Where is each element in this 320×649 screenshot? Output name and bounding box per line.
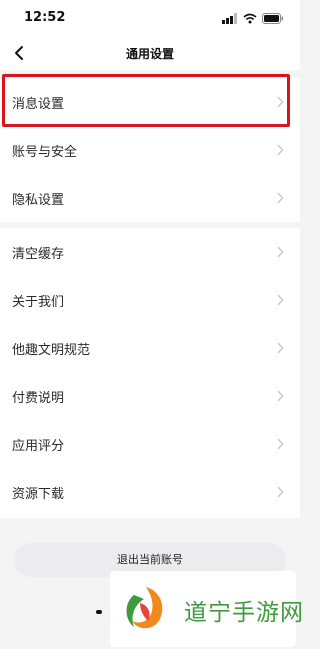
settings-group-general: 清空缓存 关于我们 他趣文明规范 付费说明 应用评分 资源下载 xyxy=(0,228,300,518)
chevron-right-icon xyxy=(277,390,284,402)
home-indicator xyxy=(96,610,102,614)
watermark-logo-icon xyxy=(126,587,163,629)
settings-row-rate-app[interactable]: 应用评分 xyxy=(0,420,300,468)
settings-row-label: 账号与安全 xyxy=(12,145,78,160)
chevron-right-icon xyxy=(277,192,284,204)
chevron-right-icon xyxy=(277,246,284,258)
settings-row-label: 他趣文明规范 xyxy=(12,343,91,358)
chevron-right-icon xyxy=(277,342,284,354)
battery-icon xyxy=(262,12,284,24)
status-icons xyxy=(222,12,284,24)
settings-row-privacy[interactable]: 隐私设置 xyxy=(0,174,300,222)
settings-row-label: 清空缓存 xyxy=(12,247,65,262)
settings-row-label: 应用评分 xyxy=(12,439,65,454)
status-time: 12:52 xyxy=(24,10,66,25)
page-title: 通用设置 xyxy=(125,47,174,61)
chevron-right-icon xyxy=(277,144,284,156)
settings-row-about-us[interactable]: 关于我们 xyxy=(0,276,300,324)
chevron-right-icon xyxy=(277,294,284,306)
watermark-text: 道宁手游网 xyxy=(184,600,304,626)
settings-row-label: 隐私设置 xyxy=(12,193,65,208)
watermark: 道宁手游网 xyxy=(110,571,303,647)
chevron-right-icon xyxy=(277,486,284,498)
highlight-box xyxy=(2,74,290,127)
settings-row-label: 付费说明 xyxy=(12,391,65,406)
chevron-right-icon xyxy=(277,438,284,450)
signal-icon xyxy=(222,12,237,24)
settings-row-account-security[interactable]: 账号与安全 xyxy=(0,126,300,174)
settings-row-civility-rules[interactable]: 他趣文明规范 xyxy=(0,324,300,372)
status-bar: 12:52 xyxy=(0,0,300,36)
settings-row-label: 关于我们 xyxy=(12,295,65,310)
wifi-icon xyxy=(243,13,257,23)
nav-bar: 通用设置 xyxy=(0,36,300,70)
settings-row-resource-download[interactable]: 资源下载 xyxy=(0,468,300,516)
settings-row-label: 资源下载 xyxy=(12,487,65,502)
settings-row-payment-info[interactable]: 付费说明 xyxy=(0,372,300,420)
settings-row-clear-cache[interactable]: 清空缓存 xyxy=(0,228,300,276)
